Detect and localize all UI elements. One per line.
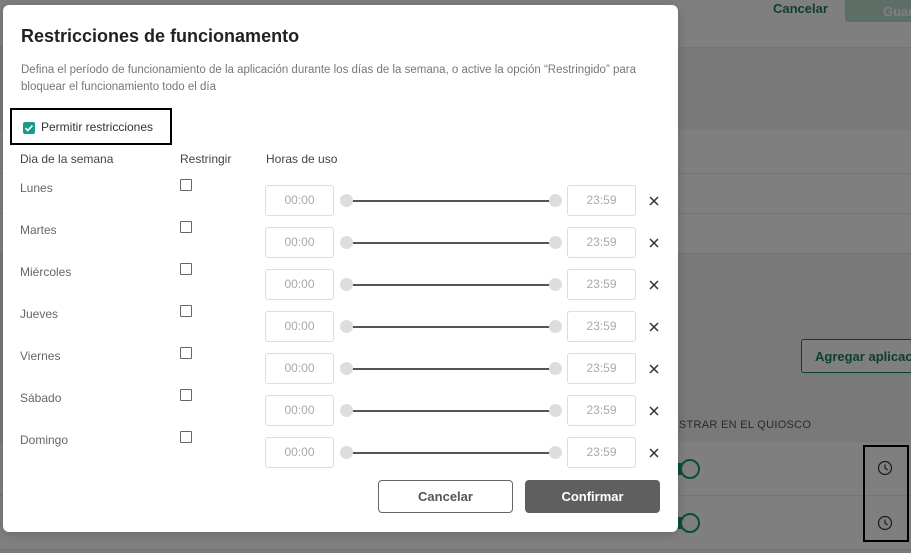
clear-icon[interactable] [647,278,661,292]
end-time-input[interactable]: 23:59 [567,437,636,468]
start-time-input[interactable]: 00:00 [265,269,334,300]
hours-range-slider[interactable] [340,236,562,250]
hours-range-slider[interactable] [340,194,562,208]
hours-range-slider[interactable] [340,278,562,292]
slider-track [346,284,556,286]
column-header-day: Dia de la semana [20,152,114,166]
day-label: Martes [20,223,57,237]
cancel-button[interactable]: Cancelar [378,480,513,513]
day-row: Domingo 00:00 23:59 [3,431,678,475]
restrict-checkbox[interactable] [180,221,192,233]
day-label: Miércoles [20,265,72,279]
column-header-restrict: Restringir [180,152,232,166]
slider-track [346,242,556,244]
start-time-input[interactable]: 00:00 [265,395,334,426]
slider-end-handle[interactable] [549,404,562,417]
slider-start-handle[interactable] [340,362,353,375]
end-time-input[interactable]: 23:59 [567,311,636,342]
permit-restrictions-checkbox[interactable] [23,122,35,134]
restrict-checkbox[interactable] [180,347,192,359]
slider-end-handle[interactable] [549,236,562,249]
day-label: Jueves [20,307,59,321]
day-row: Sábado 00:00 23:59 [3,389,678,433]
end-time-input[interactable]: 23:59 [567,185,636,216]
slider-track [346,452,556,454]
hours-range-slider[interactable] [340,320,562,334]
highlight-box-clock-icons [863,445,909,542]
slider-start-handle[interactable] [340,320,353,333]
hours-range-slider[interactable] [340,404,562,418]
slider-start-handle[interactable] [340,194,353,207]
modal-title: Restricciones de funcionamento [21,26,300,46]
clear-icon[interactable] [647,236,661,250]
day-row: Martes 00:00 23:59 [3,221,678,265]
day-row: Viernes 00:00 23:59 [3,347,678,391]
restrict-checkbox[interactable] [180,305,192,317]
hours-range-slider[interactable] [340,446,562,460]
slider-track [346,326,556,328]
slider-end-handle[interactable] [549,446,562,459]
clear-icon[interactable] [647,362,661,376]
confirm-button[interactable]: Confirmar [525,480,660,513]
start-time-input[interactable]: 00:00 [265,185,334,216]
clear-icon[interactable] [647,404,661,418]
day-row: Lunes 00:00 23:59 [3,179,678,223]
start-time-input[interactable]: 00:00 [265,437,334,468]
slider-start-handle[interactable] [340,278,353,291]
slider-track [346,368,556,370]
slider-end-handle[interactable] [549,362,562,375]
start-time-input[interactable]: 00:00 [265,353,334,384]
clear-icon[interactable] [647,446,661,460]
restrict-checkbox[interactable] [180,179,192,191]
restrict-checkbox[interactable] [180,389,192,401]
restrict-checkbox[interactable] [180,431,192,443]
restrict-checkbox[interactable] [180,263,192,275]
slider-track [346,410,556,412]
modal-description: Defina el período de funcionamiento de l… [21,64,636,93]
slider-start-handle[interactable] [340,236,353,249]
day-label: Viernes [20,349,61,363]
permit-restrictions-highlight: Permitir restricciones [10,108,172,145]
column-header-hours: Horas de uso [266,152,338,166]
day-label: Sábado [20,391,62,405]
end-time-input[interactable]: 23:59 [567,269,636,300]
day-label: Domingo [20,433,69,447]
slider-start-handle[interactable] [340,404,353,417]
slider-end-handle[interactable] [549,278,562,291]
end-time-input[interactable]: 23:59 [567,353,636,384]
start-time-input[interactable]: 00:00 [265,311,334,342]
slider-end-handle[interactable] [549,194,562,207]
restrictions-modal: Restricciones de funcionamento Defina el… [3,5,678,532]
start-time-input[interactable]: 00:00 [265,227,334,258]
end-time-input[interactable]: 23:59 [567,227,636,258]
hours-range-slider[interactable] [340,362,562,376]
slider-start-handle[interactable] [340,446,353,459]
day-row: Miércoles 00:00 23:59 [3,263,678,307]
slider-end-handle[interactable] [549,320,562,333]
day-row: Jueves 00:00 23:59 [3,305,678,349]
clear-icon[interactable] [647,320,661,334]
end-time-input[interactable]: 23:59 [567,395,636,426]
checkmark-icon [24,124,34,132]
permit-restrictions-label: Permitir restricciones [41,120,154,134]
day-label: Lunes [20,181,53,195]
clear-icon[interactable] [647,194,661,208]
slider-track [346,200,556,202]
